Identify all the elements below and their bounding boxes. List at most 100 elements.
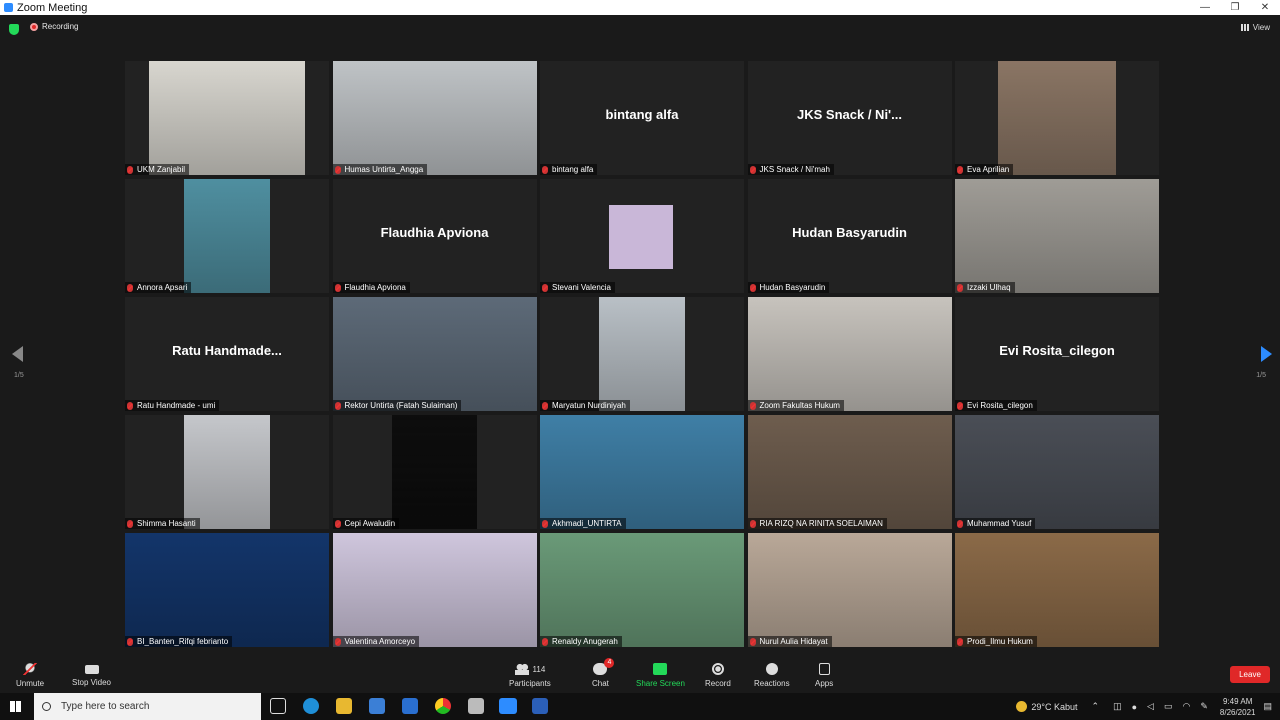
reactions-button[interactable]: Reactions [754,663,790,688]
record-button[interactable]: Record [705,663,731,688]
share-screen-button[interactable]: Share Screen [636,663,685,688]
participant-namebar: bintang alfa [540,164,598,175]
microphone-icon[interactable]: ● [1132,702,1137,712]
battery-icon[interactable]: ▭ [1164,701,1173,712]
tray-chevron-icon[interactable]: ⌃ [1092,701,1100,712]
zoom-taskbar-icon[interactable] [499,698,517,714]
wifi-icon[interactable]: ◠ [1182,701,1190,712]
participant-tile[interactable]: Humas Untirta_Angga [332,61,537,175]
participant-tile[interactable]: Ratu Handmade... Ratu Handmade - umi [125,297,329,411]
volume-icon[interactable]: ◁ [1147,701,1154,712]
participant-namebar: Akhmadi_UNTIRTA [540,518,626,529]
participant-name: Cepi Awaludin [344,519,396,528]
participant-namebar: Renaldy Anugerah [540,636,622,647]
microphone-muted-icon [542,401,548,410]
shield-icon[interactable] [9,24,19,35]
participant-tile[interactable]: Izzaki Ulhaq [955,179,1159,293]
leave-button[interactable]: Leave [1230,666,1270,683]
microphone-muted-icon [542,519,548,528]
file-explorer-icon[interactable] [336,698,352,714]
participant-name: Eva Aprilian [967,165,1010,174]
participant-tile[interactable]: Maryatun Nurdiniyah [540,297,744,411]
participant-tile[interactable]: JKS Snack / Ni'... JKS Snack / Ni'mah [747,61,952,175]
participant-namebar: Ratu Handmade - umi [125,400,220,411]
participant-tile[interactable]: Evi Rosita_cilegon Evi Rosita_cilegon [955,297,1159,411]
view-button[interactable]: View [1240,23,1270,32]
chat-button[interactable]: 4 Chat [592,658,615,688]
participant-name: Renaldy Anugerah [552,637,618,646]
participant-tile[interactable]: Eva Aprilian [955,61,1159,175]
participant-tile[interactable]: Prodi_Ilmu Hukum [955,533,1159,647]
store-icon[interactable] [369,698,385,714]
participant-tile[interactable]: Annora Apsari [125,179,329,293]
participant-namebar: Valentina Amorceyo [332,636,420,647]
pen-icon[interactable]: ✎ [1200,701,1208,712]
network-icon[interactable]: ◫ [1113,701,1122,712]
taskbar-search[interactable]: Type here to search [34,693,261,720]
window-controls: — ❐ ✕ [1190,0,1280,15]
participant-tile[interactable]: Valentina Amorceyo [332,533,537,647]
participant-namebar: Shimma Hasanti [125,518,200,529]
edge-icon[interactable] [303,698,319,714]
participant-tile[interactable]: Nurul Aulia Hidayat [747,533,952,647]
participant-tile[interactable]: Zoom Fakultas Hukum [747,297,952,411]
participant-tile[interactable]: BI_Banten_Rifqi febrianto [125,533,329,647]
video-feed [955,179,1159,293]
microphone-muted-icon [542,165,548,174]
participant-namebar: Rektor Untirta (Fatah Sulaiman) [332,400,462,411]
participant-tile[interactable]: Shimma Hasanti [125,415,329,529]
maximize-button[interactable]: ❐ [1220,0,1250,15]
apps-label: Apps [815,679,834,688]
page-indicator-left: 1/5 [14,372,24,379]
task-view-icon[interactable] [270,698,286,714]
apps-button[interactable]: Apps [815,663,833,688]
participant-tile[interactable]: Flaudhia Apviona Flaudhia Apviona [332,179,537,293]
microphone-muted-icon [127,283,133,292]
participant-name: JKS Snack / Ni'mah [759,165,830,174]
participant-name: Hudan Basyarudin [759,283,826,292]
notifications-icon[interactable]: ▤ [1263,701,1272,712]
participant-namebar: Cepi Awaludin [332,518,400,529]
recording-indicator[interactable]: Recording [30,22,78,31]
mail-icon[interactable] [402,698,418,714]
video-feed [332,533,537,647]
participant-namebar: Eva Aprilian [955,164,1014,175]
minimize-button[interactable]: — [1190,0,1220,15]
stop-video-button[interactable]: Stop Video [72,663,111,687]
video-feed [125,533,329,647]
chrome-icon[interactable] [435,698,451,714]
view-label: View [1252,23,1270,32]
participant-tile[interactable]: Akhmadi_UNTIRTA [540,415,744,529]
clock-date: 8/26/2021 [1219,707,1256,717]
participant-namebar: Muhammad Yusuf [955,518,1036,529]
close-button[interactable]: ✕ [1250,0,1280,15]
participant-tile[interactable]: Cepi Awaludin [332,415,537,529]
participant-tile[interactable]: Hudan Basyarudin Hudan Basyarudin [747,179,952,293]
unmute-button[interactable]: Unmute [16,663,44,688]
participant-tile[interactable]: Renaldy Anugerah [540,533,744,647]
participant-tile[interactable]: RIA RIZQ NA RINITA SOELAIMAN [747,415,952,529]
participants-button[interactable]: 114 Participants [509,663,551,688]
clock[interactable]: 9:49 AM 8/26/2021 [1220,696,1256,718]
next-page-icon[interactable] [1261,346,1272,362]
participant-tile[interactable]: UKM Zanjabil [125,61,329,175]
microphone-muted-icon [542,637,548,646]
participant-name: Prodi_Ilmu Hukum [967,637,1033,646]
windows-start-icon[interactable] [10,701,21,712]
smiley-icon [765,663,778,675]
video-feed [955,415,1159,529]
word-icon[interactable] [532,698,548,714]
pen-app-icon[interactable] [468,698,484,714]
participant-tile[interactable]: Muhammad Yusuf [955,415,1159,529]
participant-tile[interactable]: Rektor Untirta (Fatah Sulaiman) [332,297,537,411]
participant-tile[interactable]: bintang alfa bintang alfa [540,61,744,175]
participant-namebar: UKM Zanjabil [125,164,190,175]
weather-text[interactable]: 29°C Kabut [1031,702,1077,712]
participant-namebar: Stevani Valencia [540,282,615,293]
microphone-muted-icon [542,283,548,292]
previous-page-icon[interactable] [12,346,23,362]
unmute-label: Unmute [16,679,45,688]
chat-bubble-icon: 4 [593,658,615,675]
participant-tile[interactable]: Stevani Valencia [540,179,744,293]
share-screen-label: Share Screen [636,679,685,688]
